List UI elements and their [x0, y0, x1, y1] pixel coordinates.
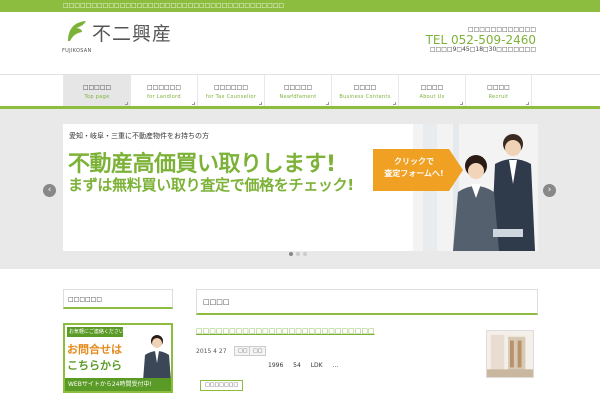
corner-arrow-icon: [460, 102, 463, 105]
corner-arrow-icon: [125, 102, 128, 105]
corner-arrow-icon: [259, 102, 262, 105]
nav-item-business[interactable]: □□□□ Business Contents: [331, 75, 398, 107]
slider-dot-1[interactable]: [289, 252, 293, 256]
nav-item-about[interactable]: □□□□ About Us: [398, 75, 465, 107]
nav-item-newfdfament[interactable]: □□□□□ Newfdfament: [264, 75, 331, 107]
logo-subtitle: FUJIKOSAN: [62, 48, 92, 54]
nav-item-tax-counsellor[interactable]: □□□□□□ for Tax Counsellor: [197, 75, 264, 107]
corner-arrow-icon: [526, 102, 529, 105]
slide-subtitle: 愛知・岐阜・三重に不動産物件をお持ちの方: [69, 132, 209, 140]
slider-pagination: [289, 241, 310, 260]
banner-line-3: こちらから: [67, 359, 122, 372]
corner-arrow-icon: [192, 102, 195, 105]
banner-line-2: お問合せは: [67, 343, 122, 356]
post-thumbnail[interactable]: [486, 330, 534, 378]
read-more-label: □□□□□□□: [205, 382, 239, 388]
slide-subheadline: まずは無料買い取り査定で価格をチェック!: [68, 176, 354, 194]
nav-item-top[interactable]: □□□□□ Top page: [63, 75, 130, 107]
news-section-title: □□□□: [196, 289, 538, 315]
business-hours: □□□□9□45□18□30□□□□□□□: [429, 46, 536, 53]
post-date: 2015 4 27: [196, 348, 227, 355]
cta-label-text: クリックで 査定フォームへ!: [384, 157, 444, 178]
main-nav: □□□□□ Top page □□□□□□ for Landlord □□□□□…: [0, 74, 600, 110]
post-excerpt: 1996 54 LDK …: [268, 362, 339, 369]
nav-item-landlord[interactable]: □□□□□□ for Landlord: [130, 75, 197, 107]
slider-next-button[interactable]: ›: [543, 184, 556, 197]
top-bar: □□□□□□□□□□□□□□□□□□□□□□□□□□□□□□□□□□□□□□□: [0, 0, 600, 12]
company-name: □□□□□□□□□□□□: [467, 26, 536, 33]
staff-person-image: [143, 335, 171, 381]
slider-dot-3[interactable]: [303, 252, 307, 256]
hero-slide[interactable]: 愛知・岐阜・三重に不動産物件をお持ちの方 不動産高価買い取りします! まずは無料…: [63, 124, 538, 251]
chevron-right-icon: ›: [547, 185, 552, 195]
top-bar-text: □□□□□□□□□□□□□□□□□□□□□□□□□□□□□□□□□□□□□□□: [63, 2, 285, 9]
banner-line-1: お気軽にご連絡ください!: [67, 327, 126, 337]
contact-banner[interactable]: お気軽にご連絡ください! お問合せは こちらから WEBサイトから24時間受付中…: [63, 323, 173, 393]
slider-dot-2[interactable]: [296, 252, 300, 256]
logo-leaf-icon: [68, 21, 86, 41]
read-more-button[interactable]: □□□□□□□: [200, 380, 244, 391]
slider-prev-button[interactable]: ‹: [43, 184, 56, 197]
banner-line-4: WEBサイトから24時間受付中!: [65, 378, 171, 391]
corner-arrow-icon: [393, 102, 396, 105]
chevron-left-icon: ‹: [47, 185, 52, 195]
nav-item-recruit[interactable]: □□□□ Recruit: [465, 75, 532, 107]
post-tag[interactable]: □□: [249, 346, 267, 356]
corner-arrow-icon: [326, 102, 329, 105]
phone-number[interactable]: TEL 052-509-2460: [426, 33, 536, 47]
logo-text[interactable]: 不二興産: [92, 19, 172, 46]
post-title-link[interactable]: □□□□□□□□□□□□□□□□□□□□□□□□□□□: [196, 327, 375, 335]
sidebar-title: □□□□□□: [63, 289, 173, 309]
cta-label[interactable]: クリックで 査定フォームへ!: [381, 156, 447, 180]
